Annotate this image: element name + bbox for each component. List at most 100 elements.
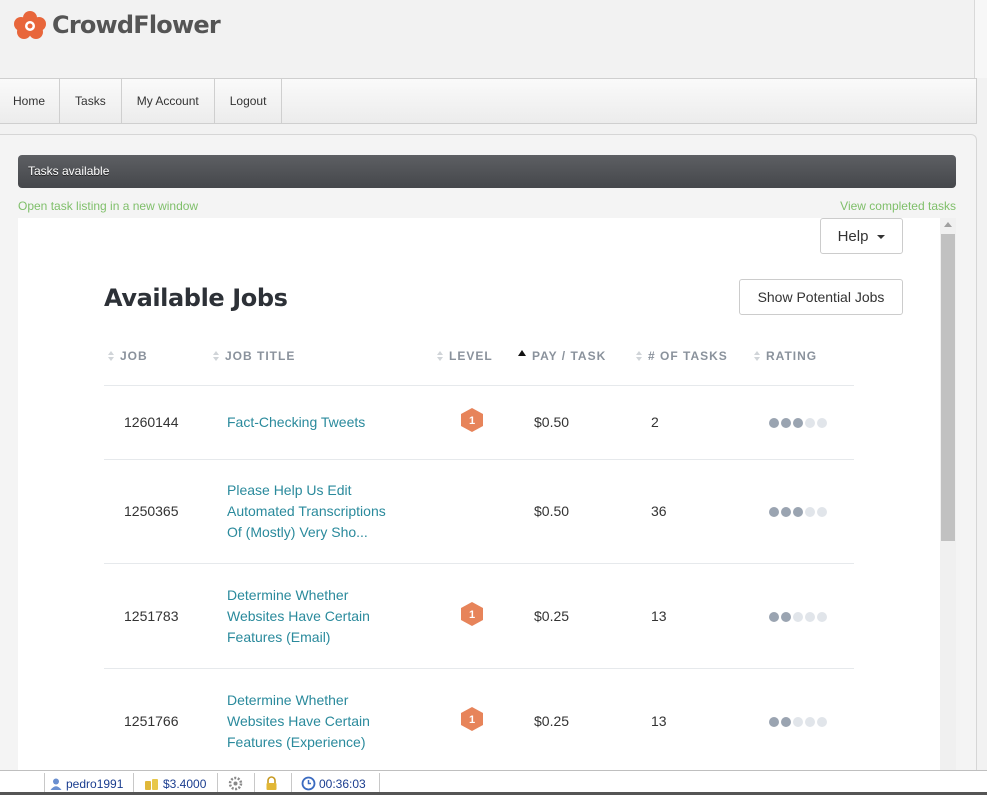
taskbar-divider — [291, 773, 292, 794]
nav-tasks[interactable]: Tasks — [60, 79, 122, 123]
taskbar-balance[interactable]: $3.4000 — [144, 774, 206, 793]
pay-per-task: $0.50 — [534, 414, 570, 430]
sort-icon — [213, 351, 219, 361]
row-divider — [104, 563, 854, 564]
rating-dot — [817, 717, 827, 727]
job-title-link[interactable]: Please Help Us Edit Automated Transcript… — [227, 480, 407, 543]
job-title-line: Websites Have Certain — [227, 608, 370, 624]
taskbar-divider — [254, 773, 255, 794]
taskbar-username: pedro1991 — [66, 776, 124, 791]
level-badge-icon: 1 — [461, 602, 483, 626]
job-title-line: Of (Mostly) Very Sho... — [227, 524, 368, 540]
rating-dots — [769, 418, 827, 428]
window-edge — [975, 0, 987, 78]
sort-icon — [437, 351, 443, 361]
job-id: 1260144 — [124, 414, 179, 430]
level-badge-icon: 1 — [461, 707, 483, 731]
coins-icon — [145, 778, 158, 790]
rating-dot — [793, 418, 803, 428]
flower-logo-icon — [14, 11, 46, 39]
rating-dot — [769, 717, 779, 727]
job-title-line: Features (Email) — [227, 629, 331, 645]
taskbar-timer[interactable]: 00:36:03 — [301, 774, 366, 793]
taskbar-settings[interactable] — [228, 774, 243, 793]
task-count: 2 — [651, 414, 659, 430]
site-header: CrowdFlower — [0, 0, 975, 78]
nav-home[interactable]: Home — [0, 79, 61, 123]
job-title-link[interactable]: Determine Whether Websites Have Certain … — [227, 690, 407, 753]
job-title-line: Websites Have Certain — [227, 713, 370, 729]
taskbar-divider — [44, 773, 45, 794]
brand-name: CrowdFlower — [52, 11, 221, 39]
job-title-line: Determine Whether — [227, 587, 349, 603]
sort-icon — [636, 351, 642, 361]
rating-dot — [781, 507, 791, 517]
job-title-line: Features (Experience) — [227, 734, 366, 750]
task-count: 36 — [651, 503, 667, 519]
taskbar-lock[interactable] — [264, 774, 279, 793]
column-label: RATING — [766, 349, 818, 363]
job-id: 1251766 — [124, 713, 179, 729]
row-divider — [104, 668, 854, 669]
rating-dot — [805, 612, 815, 622]
rating-dot — [769, 507, 779, 517]
rating-dot — [817, 507, 827, 517]
rating-dots — [769, 612, 827, 622]
jobs-frame: Help Available Jobs Show Potential Jobs … — [18, 218, 940, 770]
column-label: PAY / TASK — [532, 349, 607, 363]
view-completed-link[interactable]: View completed tasks — [840, 199, 956, 213]
taskbar-divider — [379, 773, 380, 794]
rating-dot — [805, 507, 815, 517]
rating-dot — [781, 418, 791, 428]
column-header-pay-task[interactable]: PAY / TASK — [518, 349, 606, 363]
column-header-job[interactable]: JOB — [108, 349, 148, 363]
task-count: 13 — [651, 608, 667, 624]
scroll-up-arrow-icon[interactable] — [944, 222, 952, 227]
sort-icon — [754, 351, 760, 361]
level-value: 1 — [469, 609, 475, 621]
level-badge-icon: 1 — [461, 408, 483, 432]
column-header-level[interactable]: LEVEL — [437, 349, 493, 363]
rating-dot — [805, 418, 815, 428]
help-label: Help — [837, 227, 869, 245]
nav-my-account[interactable]: My Account — [122, 79, 215, 123]
rating-dot — [817, 418, 827, 428]
column-header-num-tasks[interactable]: # OF TASKS — [636, 349, 728, 363]
column-header-job-title[interactable]: JOB TITLE — [213, 349, 295, 363]
column-label: JOB — [120, 349, 148, 363]
nav-logout[interactable]: Logout — [215, 79, 283, 123]
column-label: LEVEL — [449, 349, 493, 363]
crowdflower-logo[interactable]: CrowdFlower — [12, 10, 221, 40]
rating-dot — [793, 507, 803, 517]
open-new-window-link[interactable]: Open task listing in a new window — [18, 199, 198, 213]
row-divider — [104, 385, 854, 386]
job-title-line: Please Help Us Edit — [227, 482, 352, 498]
job-id: 1251783 — [124, 608, 179, 624]
job-id: 1250365 — [124, 503, 179, 519]
lock-icon — [266, 776, 277, 790]
column-label: JOB TITLE — [225, 349, 296, 363]
taskbar-user[interactable]: pedro1991 — [49, 774, 123, 793]
row-divider — [104, 459, 854, 460]
pay-per-task: $0.25 — [534, 713, 570, 729]
frame-scrollbar[interactable] — [940, 218, 956, 770]
level-value: 1 — [469, 415, 475, 427]
taskbar-divider — [217, 773, 218, 794]
rating-dot — [793, 612, 803, 622]
rating-dot — [769, 418, 779, 428]
job-title-link[interactable]: Fact-Checking Tweets — [227, 412, 407, 433]
job-title-link[interactable]: Determine Whether Websites Have Certain … — [227, 585, 407, 648]
sort-icon — [108, 351, 114, 361]
page-title: Available Jobs — [104, 284, 288, 312]
show-potential-jobs-button[interactable]: Show Potential Jobs — [739, 279, 903, 315]
column-header-rating[interactable]: RATING — [754, 349, 817, 363]
scrollbar-thumb[interactable] — [941, 234, 955, 541]
taskbar-divider — [133, 773, 134, 794]
main-nav: Home Tasks My Account Logout — [0, 78, 977, 124]
job-title-line: Determine Whether — [227, 692, 349, 708]
help-dropdown-button[interactable]: Help — [820, 218, 903, 254]
rating-dot — [817, 612, 827, 622]
rating-dot — [805, 717, 815, 727]
clock-icon — [301, 776, 316, 791]
task-count: 13 — [651, 713, 667, 729]
